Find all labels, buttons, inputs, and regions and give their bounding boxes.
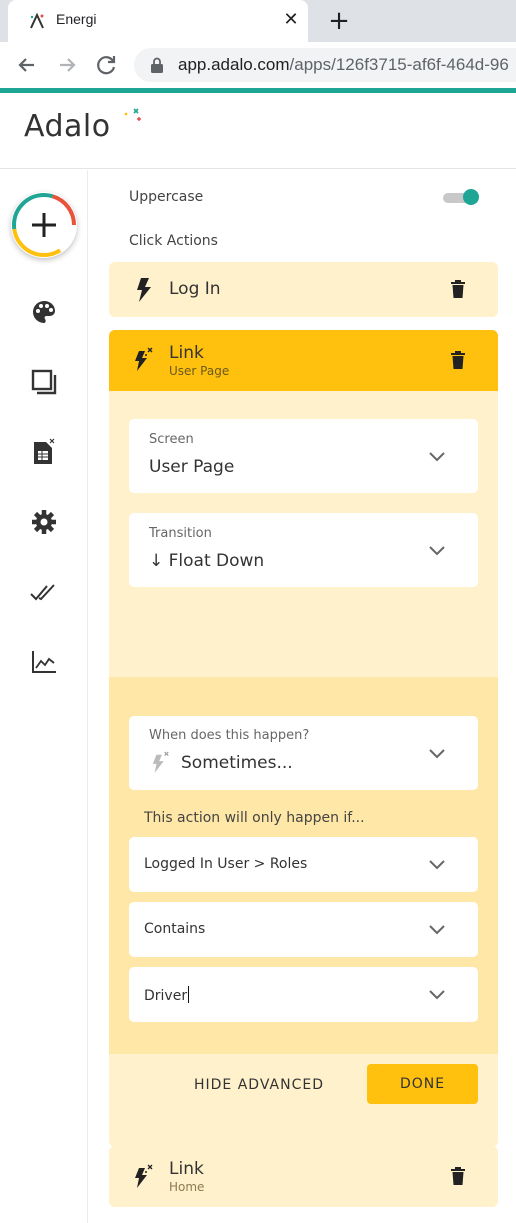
condition-value-input[interactable]: Driver	[129, 967, 478, 1022]
add-ring-icon	[12, 193, 76, 257]
done-button[interactable]: DONE	[367, 1064, 478, 1104]
field-value: ↓ Float Down	[149, 551, 265, 571]
tab-title: Energi	[56, 11, 97, 27]
field-label: Transition	[149, 526, 212, 541]
action-header[interactable]: Link User Page	[109, 330, 498, 391]
lightning-icon	[137, 278, 151, 302]
field-value: Logged In User > Roles	[144, 856, 308, 872]
chevron-down-icon	[429, 925, 445, 935]
settings-icon[interactable]	[30, 508, 58, 536]
field-label: When does this happen?	[149, 728, 310, 743]
action-title: Link	[169, 1159, 204, 1179]
action-card-link-home[interactable]: Link Home	[109, 1146, 498, 1207]
trash-icon[interactable]	[450, 351, 466, 369]
address-bar-row: app.adalo.com/apps/126f3715-af6f-464d-96	[0, 42, 516, 88]
transition-select[interactable]: Transition ↓ Float Down	[129, 513, 478, 587]
publish-check-icon[interactable]	[30, 578, 58, 606]
click-actions-label: Click Actions	[129, 233, 218, 249]
field-value: Contains	[144, 921, 206, 937]
palette-icon[interactable]	[30, 298, 58, 326]
screens-icon[interactable]	[30, 368, 58, 396]
adalo-favicon-icon	[30, 12, 44, 29]
action-subtitle: Home	[169, 1180, 205, 1194]
condition-property-select[interactable]: Logged In User > Roles	[129, 837, 478, 892]
forward-arrow-icon[interactable]	[52, 50, 82, 80]
url-domain: app.adalo.com	[178, 55, 290, 74]
magic-lightning-icon	[152, 751, 169, 773]
only-if-text: This action will only happen if...	[144, 810, 365, 826]
toggle-knob	[463, 189, 479, 205]
action-card-link-expanded: Link User Page Screen User Page Transiti…	[109, 330, 498, 1147]
chevron-down-icon	[429, 452, 445, 462]
uppercase-toggle[interactable]	[443, 189, 479, 207]
chevron-down-icon	[429, 860, 445, 870]
chevron-down-icon	[429, 990, 445, 1000]
logo-text: Adalo	[24, 109, 111, 144]
field-value: Sometimes...	[181, 753, 293, 773]
left-sidebar	[0, 170, 88, 1223]
adalo-logo[interactable]: Adalo	[24, 108, 141, 144]
url-text: app.adalo.com/apps/126f3715-af6f-464d-96	[178, 55, 509, 75]
magic-lightning-icon	[135, 347, 153, 371]
action-subtitle: User Page	[169, 364, 230, 378]
database-icon[interactable]	[30, 438, 58, 466]
hide-advanced-button[interactable]: HIDE ADVANCED	[194, 1077, 324, 1093]
chevron-down-icon	[429, 749, 445, 759]
condition-operator-select[interactable]: Contains	[129, 902, 478, 957]
input-value: Driver	[144, 988, 188, 1004]
action-card-log-in[interactable]: Log In	[109, 262, 498, 317]
magic-lightning-icon	[135, 1164, 153, 1188]
browser-tab-bar: Energi ✕ +	[0, 0, 516, 42]
action-title: Log In	[169, 279, 221, 299]
back-arrow-icon[interactable]	[12, 50, 42, 80]
input-text: Driver	[144, 986, 190, 1004]
trash-icon[interactable]	[450, 1167, 466, 1185]
new-tab-button[interactable]: +	[324, 6, 354, 36]
url-field[interactable]: app.adalo.com/apps/126f3715-af6f-464d-96	[134, 48, 516, 82]
tab-close-icon[interactable]: ✕	[280, 9, 302, 31]
add-component-button[interactable]	[11, 192, 77, 258]
reload-icon[interactable]	[92, 50, 122, 80]
advanced-section: When does this happen? Sometimes... This…	[109, 677, 498, 1054]
browser-tab[interactable]: Energi ✕	[8, 0, 308, 42]
field-value: User Page	[149, 457, 235, 477]
text-caret	[188, 986, 190, 1003]
screen-select[interactable]: Screen User Page	[129, 419, 478, 493]
uppercase-label: Uppercase	[129, 189, 204, 205]
chevron-down-icon	[429, 546, 445, 556]
url-path: /apps/126f3715-af6f-464d-96	[289, 55, 509, 74]
properties-panel: Uppercase Click Actions Log In Link User…	[89, 170, 516, 1223]
app-header: Adalo	[0, 93, 516, 169]
trash-icon[interactable]	[450, 280, 466, 298]
action-title: Link	[169, 343, 204, 363]
lock-icon	[151, 57, 163, 73]
analytics-icon[interactable]	[30, 648, 58, 676]
logo-sparkle-icon	[124, 108, 141, 121]
when-select[interactable]: When does this happen? Sometimes...	[129, 716, 478, 790]
field-label: Screen	[149, 432, 194, 447]
